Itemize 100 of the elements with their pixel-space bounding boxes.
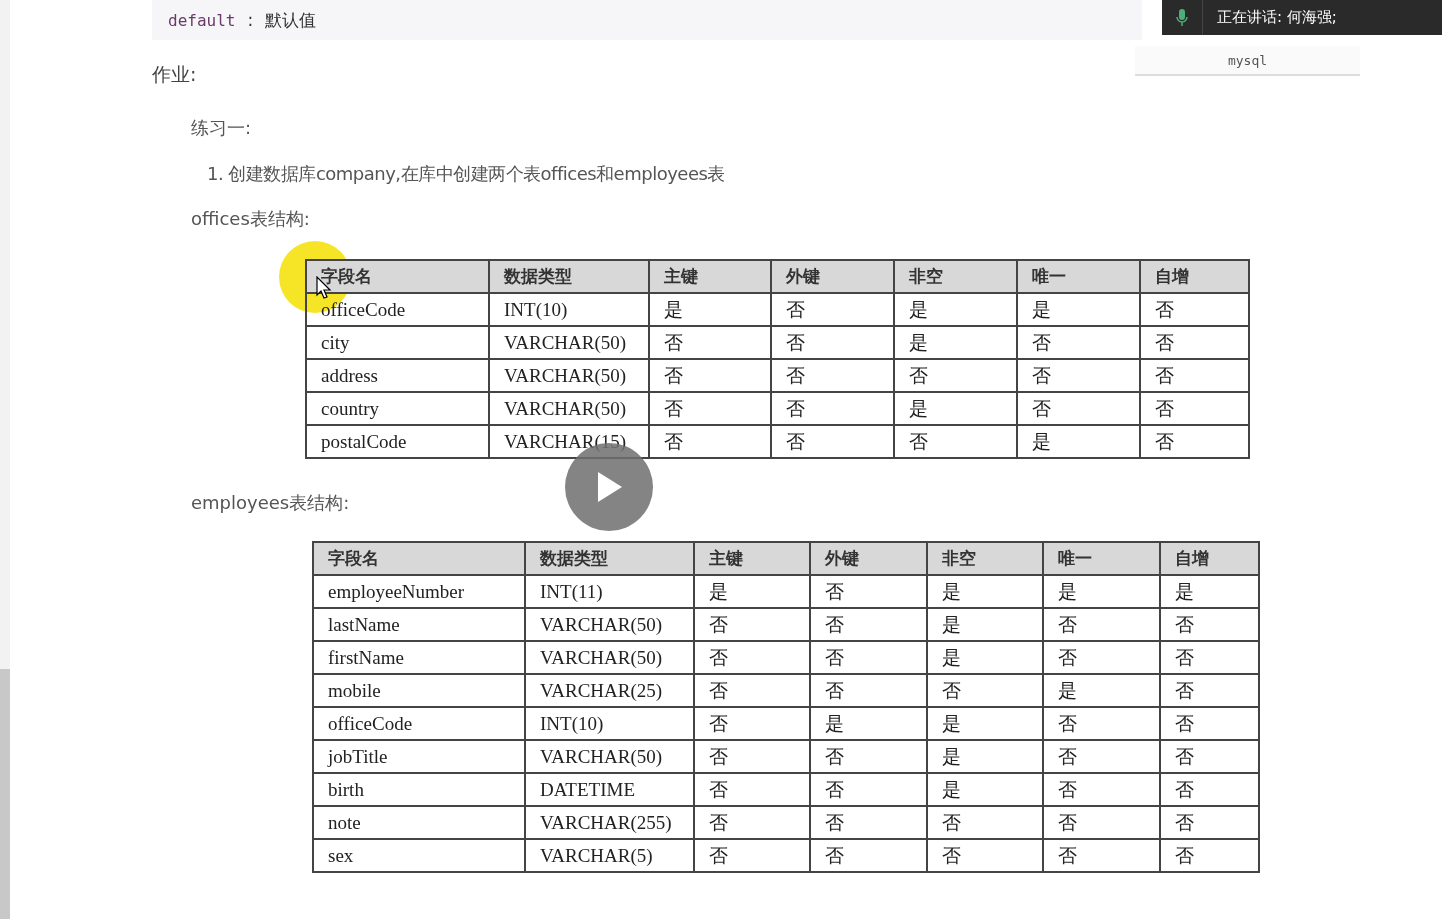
table-cell: 否 <box>810 608 927 641</box>
table-cell: 是 <box>649 293 771 326</box>
table-cell: VARCHAR(255) <box>525 806 694 839</box>
table-cell: 是 <box>927 641 1043 674</box>
table-cell: 否 <box>1043 608 1160 641</box>
table-cell: 否 <box>1017 392 1140 425</box>
column-header: 主键 <box>694 542 810 575</box>
table-cell: 否 <box>694 740 810 773</box>
table-caption: offices表结构: <box>191 207 311 231</box>
table-cell: 否 <box>771 392 894 425</box>
table-cell: INT(10) <box>525 707 694 740</box>
table-cell: 否 <box>771 359 894 392</box>
table-cell: 否 <box>1140 392 1249 425</box>
table-cell: 否 <box>1043 740 1160 773</box>
table-cell: 否 <box>810 773 927 806</box>
table-cell: VARCHAR(5) <box>525 839 694 872</box>
table-cell: 否 <box>694 674 810 707</box>
table-cell: postalCode <box>306 425 489 458</box>
table-cell: 是 <box>1043 575 1160 608</box>
table-cell: 否 <box>694 707 810 740</box>
table-cell: VARCHAR(50) <box>525 608 694 641</box>
column-header: 非空 <box>927 542 1043 575</box>
table-cell: 否 <box>1140 326 1249 359</box>
table-cell: 否 <box>1160 608 1259 641</box>
table-cell: 否 <box>1043 839 1160 872</box>
table-cell: 否 <box>771 425 894 458</box>
table-cell: 否 <box>1043 707 1160 740</box>
language-label[interactable]: mysql <box>1135 46 1360 76</box>
code-text: 默认值 <box>265 8 317 32</box>
table-cell: VARCHAR(50) <box>525 740 694 773</box>
table-cell: 否 <box>694 806 810 839</box>
scrollbar[interactable] <box>0 0 10 919</box>
table-cell: 否 <box>1160 740 1259 773</box>
table-cell: 否 <box>1043 641 1160 674</box>
table-cell: note <box>313 806 525 839</box>
table-cell: employeeNumber <box>313 575 525 608</box>
table-cell: 否 <box>810 806 927 839</box>
table-cell: 否 <box>1160 641 1259 674</box>
table-cell: 否 <box>810 575 927 608</box>
table-cell: 否 <box>694 839 810 872</box>
table-cell: 否 <box>1043 773 1160 806</box>
column-header: 字段名 <box>306 260 489 293</box>
table-cell: 否 <box>894 359 1017 392</box>
table-cell: INT(11) <box>525 575 694 608</box>
table-cell: 是 <box>810 707 927 740</box>
table-cell: city <box>306 326 489 359</box>
table-cell: 否 <box>1043 806 1160 839</box>
column-header: 数据类型 <box>489 260 649 293</box>
code-separator: : <box>247 10 254 30</box>
table-cell: 否 <box>1160 806 1259 839</box>
table-cell: 否 <box>1160 674 1259 707</box>
table-cell: 否 <box>1017 326 1140 359</box>
table-cell: lastName <box>313 608 525 641</box>
table-cell: VARCHAR(50) <box>525 641 694 674</box>
table-cell: INT(10) <box>489 293 649 326</box>
table-cell: 是 <box>927 707 1043 740</box>
table-cell: 是 <box>894 392 1017 425</box>
section-heading: 作业: <box>152 62 198 87</box>
table-cell: 否 <box>694 773 810 806</box>
column-header: 自增 <box>1140 260 1249 293</box>
table-cell: 是 <box>927 773 1043 806</box>
table-cell: 是 <box>1017 425 1140 458</box>
table-cell: jobTitle <box>313 740 525 773</box>
table-cell: DATETIME <box>525 773 694 806</box>
table-cell: 否 <box>927 806 1043 839</box>
table-cell: firstName <box>313 641 525 674</box>
table-cell: 否 <box>810 740 927 773</box>
column-header: 非空 <box>894 260 1017 293</box>
table-cell: 是 <box>894 326 1017 359</box>
table-cell: 否 <box>810 839 927 872</box>
table-cell: birth <box>313 773 525 806</box>
table-cell: 否 <box>810 674 927 707</box>
table-cell: country <box>306 392 489 425</box>
table-caption: employees表结构: <box>191 491 351 515</box>
table-cell: 否 <box>694 641 810 674</box>
table-cell: 否 <box>894 425 1017 458</box>
table-cell: 是 <box>1017 293 1140 326</box>
task-text: 1. 创建数据库company,在库中创建两个表offices和employees表 <box>207 162 726 186</box>
table-cell: 否 <box>1160 707 1259 740</box>
table-cell: sex <box>313 839 525 872</box>
table-cell: 是 <box>694 575 810 608</box>
column-header: 字段名 <box>313 542 525 575</box>
table-cell: officeCode <box>313 707 525 740</box>
table-cell: 是 <box>894 293 1017 326</box>
table-cell: 否 <box>1160 839 1259 872</box>
table-cell: 否 <box>649 392 771 425</box>
table-cell: 是 <box>927 575 1043 608</box>
table-cell: 否 <box>694 608 810 641</box>
table-cell: 否 <box>649 359 771 392</box>
table-cell: 否 <box>810 641 927 674</box>
column-header: 唯一 <box>1043 542 1160 575</box>
table-cell: 否 <box>771 293 894 326</box>
table-cell: 否 <box>927 674 1043 707</box>
speaker-name: 正在讲话: 何海强; <box>1202 0 1337 35</box>
column-header: 外键 <box>771 260 894 293</box>
column-header: 外键 <box>810 542 927 575</box>
exercise-title: 练习一: <box>191 116 253 140</box>
table-cell: 否 <box>1140 293 1249 326</box>
column-header: 数据类型 <box>525 542 694 575</box>
column-header: 唯一 <box>1017 260 1140 293</box>
